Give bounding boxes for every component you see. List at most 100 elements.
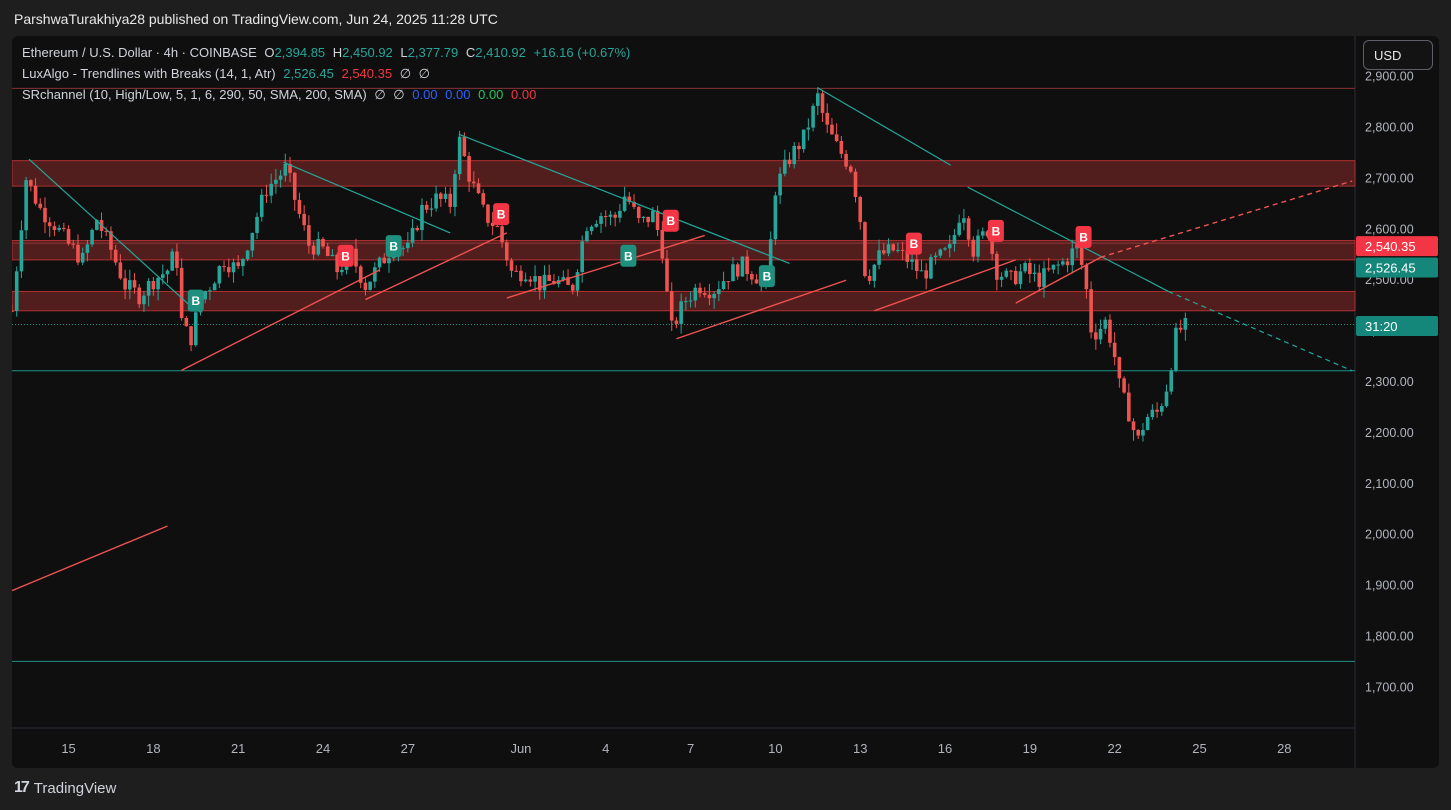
resistance-zone (12, 160, 1356, 187)
candle-body (179, 267, 184, 319)
y-tick-label: 1,700.00 (1365, 680, 1414, 694)
candle-body (142, 295, 146, 305)
candle-body (439, 193, 443, 199)
break-label-text: B (910, 237, 919, 251)
candle-body (655, 210, 660, 230)
candle-body (1141, 429, 1145, 436)
candle-body (867, 275, 872, 281)
candle-body (1127, 392, 1131, 422)
candle-body (250, 232, 255, 251)
legend-sr-v6: 0.00 (511, 87, 537, 102)
candle-body (453, 174, 457, 207)
legend-row-srchannel[interactable]: SRchannel (10, High/Low, 5, 1, 6, 290, 5… (22, 87, 540, 103)
legend-sr-v1: ∅ (374, 87, 386, 102)
candle-body (170, 251, 175, 271)
candle-body (721, 281, 726, 290)
candle-body (274, 179, 278, 184)
break-label-text: B (497, 208, 506, 222)
candle-body (952, 234, 957, 245)
candle-body (1174, 327, 1178, 371)
candle-body (311, 245, 316, 255)
candle-body (811, 105, 815, 128)
candle-body (594, 223, 599, 227)
candle-body (1169, 370, 1174, 392)
candle-body (834, 134, 839, 141)
candle-body (636, 206, 641, 219)
break-label-text: B (666, 214, 675, 228)
candle-body (976, 235, 980, 257)
candle-body (481, 193, 486, 205)
price-chart[interactable]: B B B B B B B B B B 1,700.00 1,800.00 1,900.00 2,000.… (12, 36, 1439, 768)
legend-sr-v4: 0.00 (445, 87, 471, 102)
y-tick-label: 2,300.00 (1365, 375, 1414, 389)
candle-body (669, 291, 674, 321)
candle-body (373, 267, 377, 282)
tradingview-logo[interactable]: 17 TradingView (14, 779, 116, 797)
candle-body (1042, 268, 1046, 287)
candle-body (193, 312, 198, 346)
y-tick-label: 2,000.00 (1365, 528, 1414, 542)
candle-body (735, 264, 740, 277)
candle-body (184, 318, 189, 327)
candle-body (231, 262, 236, 273)
candle-body (787, 159, 792, 165)
candle-body (278, 175, 283, 180)
legend-sr-name[interactable]: SRchannel (10, High/Low, 5, 1, 6, 290, 5… (22, 87, 367, 102)
candle-body (914, 259, 919, 271)
candle-body (325, 246, 330, 256)
legend-low-label: L (400, 45, 408, 60)
candle-body (891, 244, 895, 251)
currency-button[interactable]: USD (1363, 40, 1433, 70)
candle-body (580, 241, 584, 273)
candle-body (283, 164, 288, 176)
candle-body (589, 226, 594, 232)
candle-body (424, 204, 429, 210)
candle-body (354, 248, 358, 267)
candle-body (651, 210, 655, 223)
x-tick-label: 7 (687, 741, 694, 756)
candle-body (740, 256, 745, 277)
legend-change: +16.16 (+0.67%) (533, 45, 631, 60)
y-tick-label: 2,200.00 (1365, 426, 1414, 440)
candle-body (1122, 378, 1126, 393)
legend-row-symbol[interactable]: Ethereum / U.S. Dollar · 4h · COINBASE O… (22, 45, 634, 60)
candle-body (933, 255, 938, 258)
candle-body (519, 270, 523, 282)
candle-body (29, 180, 33, 186)
candle-body (226, 267, 231, 273)
candle-body (943, 248, 947, 250)
break-label-text: B (624, 249, 633, 263)
candle-body (321, 239, 325, 247)
x-tick-label: 25 (1192, 741, 1206, 756)
chart-frame[interactable]: B B B B B B B B B B 1,700.00 1,800.00 1,900.00 2,000.… (12, 36, 1439, 768)
candle-body (406, 242, 410, 249)
legend-lux-name[interactable]: LuxAlgo - Trendlines with Breaks (14, 1,… (22, 66, 276, 81)
candle-body (1108, 319, 1112, 343)
candle-body (80, 252, 85, 263)
x-tick-label: 13 (853, 741, 867, 756)
candle-body (924, 270, 928, 279)
candle-body (146, 280, 151, 296)
candle-body (368, 281, 372, 290)
x-tick-label: 16 (938, 741, 952, 756)
candle-body (415, 227, 420, 231)
candle-body (1103, 319, 1108, 329)
candle-body (259, 194, 264, 217)
trendline-red (12, 525, 168, 592)
break-label-text: B (1079, 230, 1088, 244)
candle-body (533, 276, 537, 282)
candle-body (693, 287, 698, 301)
y-tick-label: 2,700.00 (1365, 171, 1414, 185)
candle-body (886, 244, 891, 254)
candle-body (504, 242, 509, 261)
candle-body (245, 250, 250, 260)
candle-body (1051, 264, 1056, 270)
candle-body (863, 222, 867, 276)
legend-row-luxalgo[interactable]: LuxAlgo - Trendlines with Breaks (14, 1,… (22, 66, 434, 82)
candle-body (707, 294, 712, 299)
candle-body (467, 156, 471, 182)
legend-symbol[interactable]: Ethereum / U.S. Dollar · 4h · COINBASE (22, 45, 257, 60)
candle-body (726, 281, 731, 283)
candle-body (848, 166, 853, 172)
candle-body (12, 310, 14, 312)
